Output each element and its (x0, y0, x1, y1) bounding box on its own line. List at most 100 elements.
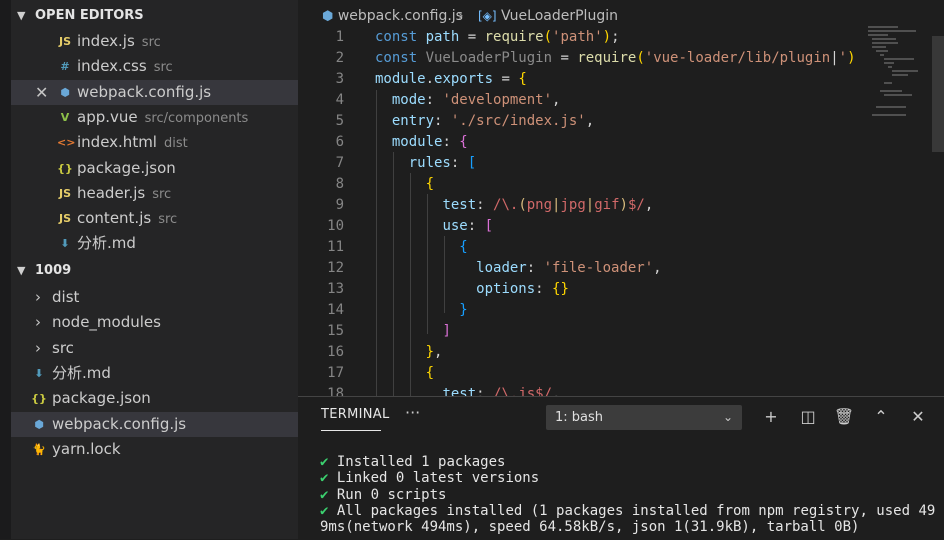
project-header[interactable]: ▼ 1009 (11, 260, 298, 282)
open-editor-item[interactable]: <> index.html dist (11, 130, 298, 155)
code-text[interactable]: mode: 'development', (375, 90, 561, 111)
open-editor-label: content.js src (77, 206, 177, 232)
tree-item-file[interactable]: ⬢ webpack.config.js (11, 411, 298, 437)
line-number: 12 (327, 260, 344, 276)
line-number: 10 (327, 218, 344, 234)
kill-terminal-icon[interactable]: 🗑 (833, 406, 855, 428)
maximize-panel-icon[interactable]: ⌃ (870, 406, 892, 428)
close-panel-icon[interactable]: ✕ (907, 406, 929, 428)
split-terminal-icon[interactable]: ◫ (797, 406, 819, 428)
tree-item-folder[interactable]: › dist (11, 285, 298, 310)
code-line[interactable]: 1 const path = require('path'); (298, 27, 898, 48)
open-editor-item[interactable]: # index.css src (11, 54, 298, 79)
code-line[interactable]: 16 }, (298, 342, 898, 363)
minimap[interactable] (868, 26, 930, 146)
code-text[interactable]: }, (375, 342, 443, 363)
code-token: : (450, 155, 468, 171)
line-number: 17 (327, 365, 344, 381)
code-line[interactable]: 4 mode: 'development', (298, 90, 898, 111)
code-line[interactable]: 17 { (298, 363, 898, 384)
file-name: header.js (77, 183, 146, 202)
code-line[interactable]: 3 module.exports = { (298, 69, 898, 90)
tree-item-file[interactable]: {} package.json (11, 386, 298, 411)
code-token: : (526, 260, 544, 276)
code-line[interactable]: 14 } (298, 300, 898, 321)
more-actions-icon[interactable]: ··· (405, 403, 420, 422)
code-line[interactable]: 10 use: [ (298, 216, 898, 237)
open-editor-item[interactable]: {} package.json (11, 156, 298, 181)
tree-item-folder[interactable]: › src (11, 336, 298, 361)
code-token: = (552, 50, 578, 66)
code-line[interactable]: 8 { (298, 174, 898, 195)
code-text[interactable]: test: /\.(png|jpg|gif)$/, (375, 195, 653, 216)
line-number: 18 (327, 386, 344, 396)
code-text[interactable]: test: /\.js$/, (375, 384, 560, 396)
code-editor[interactable]: ⬢ webpack.config.js › [◈] VueLoaderPlugi… (298, 0, 944, 396)
code-text[interactable]: const path = require('path'); (375, 27, 620, 48)
code-line[interactable]: 5 entry: './src/index.js', (298, 111, 898, 132)
open-editor-item[interactable]: JS content.js src (11, 206, 298, 231)
open-editor-label: index.css src (77, 54, 173, 80)
code-token: entry (391, 113, 435, 129)
code-token: 'file-loader' (543, 260, 654, 276)
file-type-icon: # (60, 60, 70, 74)
code-text[interactable]: loader: 'file-loader', (375, 258, 661, 279)
close-icon[interactable]: ✕ (35, 80, 48, 105)
code-line[interactable]: 6 module: { (298, 132, 898, 153)
code-token: require (577, 50, 637, 66)
tree-item-folder[interactable]: › node_modules (11, 310, 298, 335)
code-text[interactable]: entry: './src/index.js', (375, 111, 594, 132)
open-editors-header[interactable]: ▼ OPEN EDITORS (11, 5, 298, 27)
code-text[interactable]: module: { (375, 132, 468, 153)
indent-guide (376, 90, 377, 396)
code-text[interactable]: } (375, 300, 467, 321)
file-path-description: dist (163, 136, 188, 152)
code-token: { (459, 134, 468, 150)
code-line[interactable]: 15 ] (298, 321, 898, 342)
code-text[interactable]: { (375, 363, 434, 384)
code-text[interactable]: { (375, 237, 467, 258)
code-text[interactable]: module.exports = { (375, 69, 527, 90)
line-number: 14 (327, 302, 344, 318)
open-editor-item[interactable]: ⬇ 分析.md (11, 231, 298, 256)
code-text[interactable]: ] (375, 321, 450, 342)
file-type-icon: ⬇ (60, 237, 70, 251)
code-line[interactable]: 9 test: /\.(png|jpg|gif)$/, (298, 195, 898, 216)
code-token: , (552, 92, 561, 108)
project-title: 1009 (35, 263, 72, 278)
open-editor-item[interactable]: Vapp.vue src/components (11, 105, 298, 130)
code-token: | (585, 197, 595, 213)
code-token: , (585, 113, 595, 129)
code-text[interactable]: options: {} (375, 279, 569, 300)
vertical-scrollbar[interactable] (932, 36, 944, 152)
code-line[interactable]: 12 loader: 'file-loader', (298, 258, 898, 279)
code-line[interactable]: 7 rules: [ (298, 153, 898, 174)
terminal-select[interactable]: 1: bash ⌄ (546, 405, 742, 430)
code-line[interactable]: 13 options: {} (298, 279, 898, 300)
code-line[interactable]: 11 { (298, 237, 898, 258)
file-type-icon: ⬢ (60, 85, 70, 99)
tree-item-file[interactable]: ⬇ 分析.md (11, 361, 298, 386)
open-editor-item[interactable]: JS header.js src (11, 181, 298, 206)
tab-terminal[interactable]: TERMINAL (321, 407, 390, 422)
open-editor-label: app.vue src/components (77, 105, 248, 131)
code-token: = (459, 29, 485, 45)
code-text[interactable]: { (375, 174, 434, 195)
open-editor-item[interactable]: ✕ ⬢ webpack.config.js (11, 79, 298, 105)
new-terminal-icon[interactable]: + (760, 406, 782, 428)
tree-item-file[interactable]: 🐈 yarn.lock (11, 437, 298, 462)
code-line[interactable]: 18 test: /\.js$/, (298, 384, 898, 396)
code-token: $/ (627, 197, 645, 213)
code-token: ; (611, 29, 620, 45)
code-line[interactable]: 2 const VueLoaderPlugin = require('vue-lo… (298, 48, 898, 69)
chevron-down-icon: ▼ (17, 9, 26, 22)
terminal-panel: TERMINAL ··· 1: bash ⌄ + ◫ 🗑 ⌃ ✕ ✔ Installed… (298, 396, 944, 540)
code-text[interactable]: const VueLoaderPlugin = require('vue-loa… (375, 48, 856, 69)
chevron-right-icon: › (35, 313, 41, 332)
code-text[interactable]: rules: [ (375, 153, 476, 174)
file-type-icon: 🐈 (32, 442, 46, 456)
open-editor-item[interactable]: JS index.js src (11, 29, 298, 54)
explorer-sidebar: ▼ OPEN EDITORS JS index.js src # index.css sr… (0, 0, 298, 539)
